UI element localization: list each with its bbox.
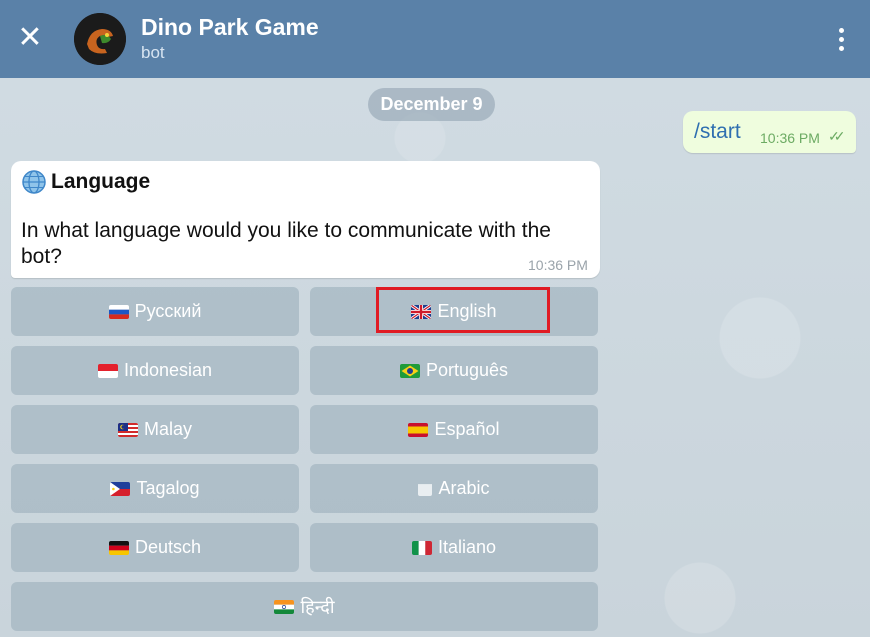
chat-header: ✕ Dino Park Game bot <box>0 0 870 78</box>
language-button-tagalog[interactable]: Tagalog <box>11 464 299 513</box>
russia-flag-icon <box>108 304 129 319</box>
philippines-flag-icon <box>110 481 131 496</box>
language-button-arabic[interactable]: Arabic <box>310 464 598 513</box>
button-label: Português <box>425 360 509 380</box>
button-label: Español <box>434 419 500 439</box>
button-label: Tagalog <box>136 478 200 498</box>
close-icon[interactable]: ✕ <box>14 22 46 54</box>
dino-logo-icon <box>74 13 126 65</box>
button-label: English <box>437 301 497 321</box>
uk-flag-icon <box>411 304 432 319</box>
language-button-russian[interactable]: Русский <box>11 287 299 336</box>
indonesia-flag-icon <box>97 363 118 378</box>
message-title: Language <box>51 170 151 193</box>
outgoing-message[interactable]: /start 10:36 PM ✓✓ <box>683 111 856 153</box>
chat-title[interactable]: Dino Park Game <box>141 14 319 41</box>
more-vertical-icon[interactable] <box>826 24 856 54</box>
date-separator: December 9 <box>368 88 495 121</box>
globe-icon <box>22 170 46 194</box>
language-button-italian[interactable]: Italiano <box>310 523 598 572</box>
message-text: In what language would you like to commu… <box>21 219 551 268</box>
malaysia-flag-icon <box>117 422 138 437</box>
language-button-hindi[interactable]: हिन्दी <box>11 582 598 631</box>
chat-subtitle: bot <box>141 43 165 62</box>
button-label: Arabic <box>438 478 490 498</box>
incoming-message[interactable]: Language In what language would you like… <box>11 161 600 278</box>
message-time: 10:36 PM <box>528 257 588 273</box>
germany-flag-icon <box>108 540 129 555</box>
message-time: 10:36 PM <box>760 130 820 146</box>
double-check-icon: ✓✓ <box>828 128 846 144</box>
button-label: हिन्दी <box>300 596 335 617</box>
language-button-portuguese[interactable]: Português <box>310 346 598 395</box>
button-label: Deutsch <box>134 537 202 557</box>
language-button-malay[interactable]: Malay <box>11 405 299 454</box>
india-flag-icon <box>274 599 295 614</box>
button-label: Italiano <box>437 537 497 557</box>
spain-flag-icon <box>408 422 429 437</box>
bot-avatar[interactable] <box>74 13 126 65</box>
button-label: Русский <box>134 301 202 321</box>
language-button-spanish[interactable]: Español <box>310 405 598 454</box>
language-button-english[interactable]: English <box>310 287 598 336</box>
button-label: Malay <box>143 419 192 439</box>
message-text: /start <box>694 120 741 143</box>
blank-flag-icon <box>418 483 433 496</box>
button-label: Indonesian <box>123 360 213 380</box>
language-button-german[interactable]: Deutsch <box>11 523 299 572</box>
italy-flag-icon <box>411 540 432 555</box>
brazil-flag-icon <box>399 363 420 378</box>
language-button-indonesian[interactable]: Indonesian <box>11 346 299 395</box>
